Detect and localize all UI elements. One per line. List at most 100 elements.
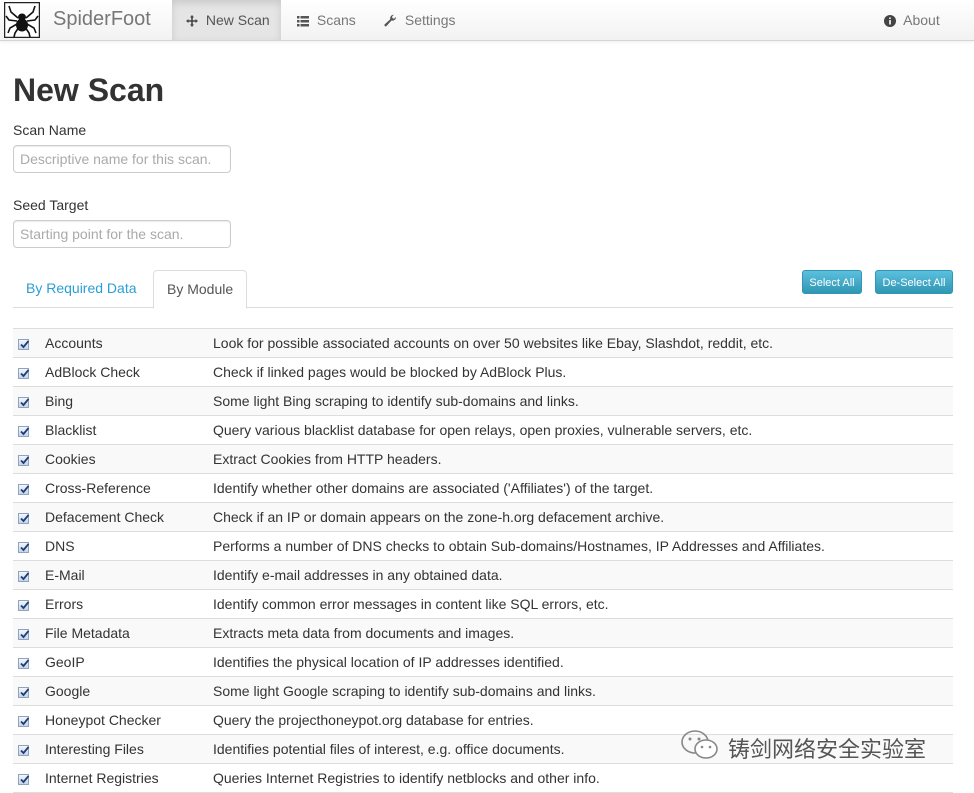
table-row: Google Some light Google scraping to iden… xyxy=(13,677,953,706)
module-name: Bing xyxy=(45,393,74,409)
table-row: Internet Registries Queries Internet Regi… xyxy=(13,764,953,793)
table-row: Blacklist Query various blacklist databas… xyxy=(13,416,953,445)
module-name: Errors xyxy=(45,596,84,612)
nav-scans-label: Scans xyxy=(316,12,356,28)
wrench-icon xyxy=(384,12,405,28)
module-checkbox[interactable] xyxy=(18,368,30,379)
module-checkbox[interactable] xyxy=(18,571,30,582)
scan-name-input[interactable] xyxy=(13,145,231,173)
module-checkbox[interactable] xyxy=(18,687,30,698)
module-description: Extracts meta data from documents and im… xyxy=(213,625,515,641)
module-name: E-Mail xyxy=(45,567,85,583)
module-checkbox[interactable] xyxy=(18,484,30,495)
module-description: Look for possible associated accounts on… xyxy=(213,335,774,351)
module-checkbox[interactable] xyxy=(18,426,30,437)
module-checkbox[interactable] xyxy=(18,339,30,350)
navbar: SpiderFoot New Scan Scans Settings About xyxy=(0,0,974,41)
module-table: Accounts Look for possible associated acc… xyxy=(13,328,953,793)
watermark-text: 铸剑网络安全实验室 xyxy=(728,738,927,763)
module-name: Blacklist xyxy=(45,422,97,438)
scan-name-label: Scan Name xyxy=(13,122,87,138)
table-row: Cookies Extract Cookies from HTTP headers… xyxy=(13,445,953,474)
module-name: AdBlock Check xyxy=(45,364,140,380)
check-icon xyxy=(20,456,30,465)
nav-scans[interactable]: Scans xyxy=(297,0,356,40)
move-icon xyxy=(186,12,206,28)
module-description: Extract Cookies from HTTP headers. xyxy=(213,451,442,467)
module-name: Google xyxy=(45,683,91,699)
module-description: Identify common error messages in conten… xyxy=(213,596,609,612)
module-description: Check if an IP or domain appears on the … xyxy=(213,509,665,525)
nav-new-scan[interactable]: New Scan xyxy=(172,0,281,40)
check-icon xyxy=(20,659,30,668)
check-icon xyxy=(20,485,30,494)
check-icon xyxy=(20,514,30,523)
table-row: Accounts Look for possible associated acc… xyxy=(13,329,953,358)
module-description: Queries Internet Registries to identify … xyxy=(213,770,600,786)
module-name: File Metadata xyxy=(45,625,130,641)
check-icon xyxy=(20,369,30,378)
module-name: Interesting Files xyxy=(45,741,144,757)
tab-by-required-data[interactable]: By Required Data xyxy=(13,270,150,307)
module-checkbox[interactable] xyxy=(18,745,30,756)
nav-settings[interactable]: Settings xyxy=(384,0,455,40)
table-row: Bing Some light Bing scraping to identify… xyxy=(13,387,953,416)
table-row: Defacement Check Check if an IP or domain… xyxy=(13,503,953,532)
module-description: Some light Bing scraping to identify sub… xyxy=(213,393,579,409)
module-name: Accounts xyxy=(45,335,103,351)
module-checkbox[interactable] xyxy=(18,774,30,785)
check-icon xyxy=(20,572,30,581)
check-icon xyxy=(20,398,30,407)
module-name: Honeypot Checker xyxy=(45,712,161,728)
module-checkbox[interactable] xyxy=(18,542,30,553)
check-icon xyxy=(20,688,30,697)
watermark: 铸剑网络安全实验室 xyxy=(680,728,926,763)
page-title: New Scan xyxy=(13,72,165,108)
nav-about[interactable]: About xyxy=(884,0,940,40)
select-all-button[interactable]: Select All xyxy=(802,270,862,294)
module-checkbox[interactable] xyxy=(18,455,30,466)
module-description: Query the projecthoneypot.org database f… xyxy=(213,712,534,728)
module-description: Some light Google scraping to identify s… xyxy=(213,683,596,699)
check-icon xyxy=(20,427,30,436)
check-icon xyxy=(20,746,30,755)
tab-by-module[interactable]: By Module xyxy=(153,270,248,309)
table-row: Cross-Reference Identify whether other do… xyxy=(13,474,953,503)
deselect-all-button[interactable]: De-Select All xyxy=(875,270,953,294)
table-row: Honeypot Checker Query the projecthoneypo… xyxy=(13,706,953,735)
table-row: E-Mail Identify e-mail addresses in any o… xyxy=(13,561,953,590)
module-name: Cross-Reference xyxy=(45,480,151,496)
seed-target-label: Seed Target xyxy=(13,197,89,213)
check-icon xyxy=(20,630,30,639)
module-checkbox[interactable] xyxy=(18,513,30,524)
module-description: Check if linked pages would be blocked b… xyxy=(213,364,567,380)
module-name: Cookies xyxy=(45,451,96,467)
module-checkbox[interactable] xyxy=(18,600,30,611)
module-name: Internet Registries xyxy=(45,770,159,786)
table-row: Errors Identify common error messages in … xyxy=(13,590,953,619)
nav-new-scan-label: New Scan xyxy=(205,12,270,28)
table-row: AdBlock Check Check if linked pages would… xyxy=(13,358,953,387)
check-icon xyxy=(20,340,30,349)
module-name: GeoIP xyxy=(45,654,85,670)
table-row: DNS Performs a number of DNS checks to ob… xyxy=(13,532,953,561)
wechat-icon xyxy=(681,730,718,759)
check-icon xyxy=(20,775,30,784)
seed-target-input[interactable] xyxy=(13,220,231,248)
nav-settings-label: Settings xyxy=(404,12,456,28)
module-description: Identify whether other domains are assoc… xyxy=(213,480,654,496)
module-checkbox[interactable] xyxy=(18,629,30,640)
module-description: Identify e-mail addresses in any obtaine… xyxy=(213,567,503,583)
nav-about-label: About xyxy=(903,12,940,28)
info-icon xyxy=(884,12,903,28)
module-checkbox[interactable] xyxy=(18,716,30,727)
check-icon xyxy=(20,601,30,610)
list-icon xyxy=(297,12,317,28)
module-checkbox[interactable] xyxy=(18,658,30,669)
check-icon xyxy=(20,717,30,726)
brand[interactable]: SpiderFoot xyxy=(53,8,151,31)
check-icon xyxy=(20,543,30,552)
spider-logo-icon[interactable] xyxy=(4,2,40,38)
module-description: Performs a number of DNS checks to obtai… xyxy=(213,538,825,554)
module-checkbox[interactable] xyxy=(18,397,30,408)
